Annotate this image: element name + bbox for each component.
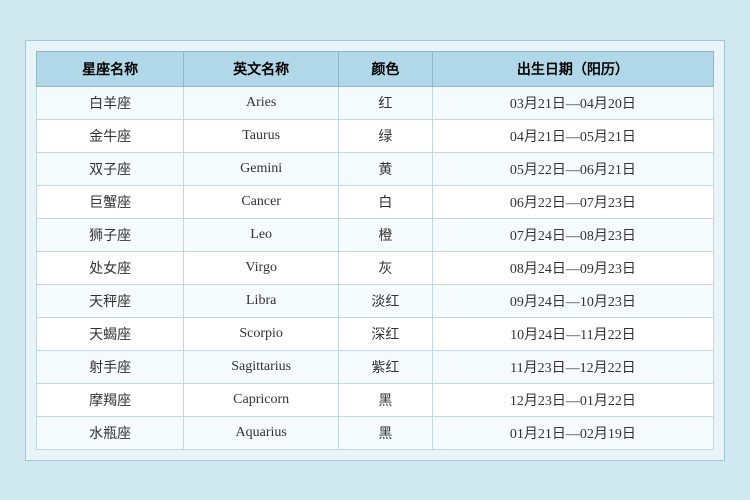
cell-dates: 05月22日—06月21日	[432, 152, 713, 185]
cell-chinese-name: 双子座	[37, 152, 184, 185]
cell-english-name: Virgo	[184, 251, 339, 284]
cell-english-name: Leo	[184, 218, 339, 251]
cell-color: 黑	[339, 383, 433, 416]
cell-english-name: Gemini	[184, 152, 339, 185]
table-row: 白羊座Aries红03月21日—04月20日	[37, 86, 714, 119]
main-container: 星座名称 英文名称 颜色 出生日期（阳历） 白羊座Aries红03月21日—04…	[25, 40, 725, 461]
cell-color: 黑	[339, 416, 433, 449]
cell-chinese-name: 摩羯座	[37, 383, 184, 416]
zodiac-table: 星座名称 英文名称 颜色 出生日期（阳历） 白羊座Aries红03月21日—04…	[36, 51, 714, 450]
cell-english-name: Libra	[184, 284, 339, 317]
cell-chinese-name: 天蝎座	[37, 317, 184, 350]
table-row: 射手座Sagittarius紫红11月23日—12月22日	[37, 350, 714, 383]
table-row: 双子座Gemini黄05月22日—06月21日	[37, 152, 714, 185]
cell-dates: 12月23日—01月22日	[432, 383, 713, 416]
table-row: 天秤座Libra淡红09月24日—10月23日	[37, 284, 714, 317]
cell-dates: 07月24日—08月23日	[432, 218, 713, 251]
cell-chinese-name: 处女座	[37, 251, 184, 284]
cell-english-name: Sagittarius	[184, 350, 339, 383]
cell-chinese-name: 射手座	[37, 350, 184, 383]
cell-dates: 03月21日—04月20日	[432, 86, 713, 119]
header-dates: 出生日期（阳历）	[432, 51, 713, 86]
cell-english-name: Scorpio	[184, 317, 339, 350]
cell-chinese-name: 水瓶座	[37, 416, 184, 449]
table-row: 处女座Virgo灰08月24日—09月23日	[37, 251, 714, 284]
cell-dates: 11月23日—12月22日	[432, 350, 713, 383]
cell-color: 橙	[339, 218, 433, 251]
header-chinese-name: 星座名称	[37, 51, 184, 86]
table-row: 巨蟹座Cancer白06月22日—07月23日	[37, 185, 714, 218]
cell-english-name: Taurus	[184, 119, 339, 152]
cell-color: 绿	[339, 119, 433, 152]
cell-color: 紫红	[339, 350, 433, 383]
table-row: 水瓶座Aquarius黑01月21日—02月19日	[37, 416, 714, 449]
cell-english-name: Aquarius	[184, 416, 339, 449]
cell-color: 灰	[339, 251, 433, 284]
cell-chinese-name: 金牛座	[37, 119, 184, 152]
cell-chinese-name: 天秤座	[37, 284, 184, 317]
cell-color: 黄	[339, 152, 433, 185]
cell-english-name: Cancer	[184, 185, 339, 218]
cell-chinese-name: 巨蟹座	[37, 185, 184, 218]
table-row: 天蝎座Scorpio深红10月24日—11月22日	[37, 317, 714, 350]
table-row: 摩羯座Capricorn黑12月23日—01月22日	[37, 383, 714, 416]
cell-dates: 06月22日—07月23日	[432, 185, 713, 218]
cell-chinese-name: 白羊座	[37, 86, 184, 119]
cell-color: 红	[339, 86, 433, 119]
cell-dates: 10月24日—11月22日	[432, 317, 713, 350]
cell-color: 淡红	[339, 284, 433, 317]
cell-english-name: Aries	[184, 86, 339, 119]
cell-dates: 04月21日—05月21日	[432, 119, 713, 152]
cell-dates: 01月21日—02月19日	[432, 416, 713, 449]
cell-color: 深红	[339, 317, 433, 350]
cell-dates: 09月24日—10月23日	[432, 284, 713, 317]
table-row: 金牛座Taurus绿04月21日—05月21日	[37, 119, 714, 152]
header-color: 颜色	[339, 51, 433, 86]
table-header-row: 星座名称 英文名称 颜色 出生日期（阳历）	[37, 51, 714, 86]
cell-chinese-name: 狮子座	[37, 218, 184, 251]
table-row: 狮子座Leo橙07月24日—08月23日	[37, 218, 714, 251]
cell-english-name: Capricorn	[184, 383, 339, 416]
header-english-name: 英文名称	[184, 51, 339, 86]
cell-dates: 08月24日—09月23日	[432, 251, 713, 284]
cell-color: 白	[339, 185, 433, 218]
